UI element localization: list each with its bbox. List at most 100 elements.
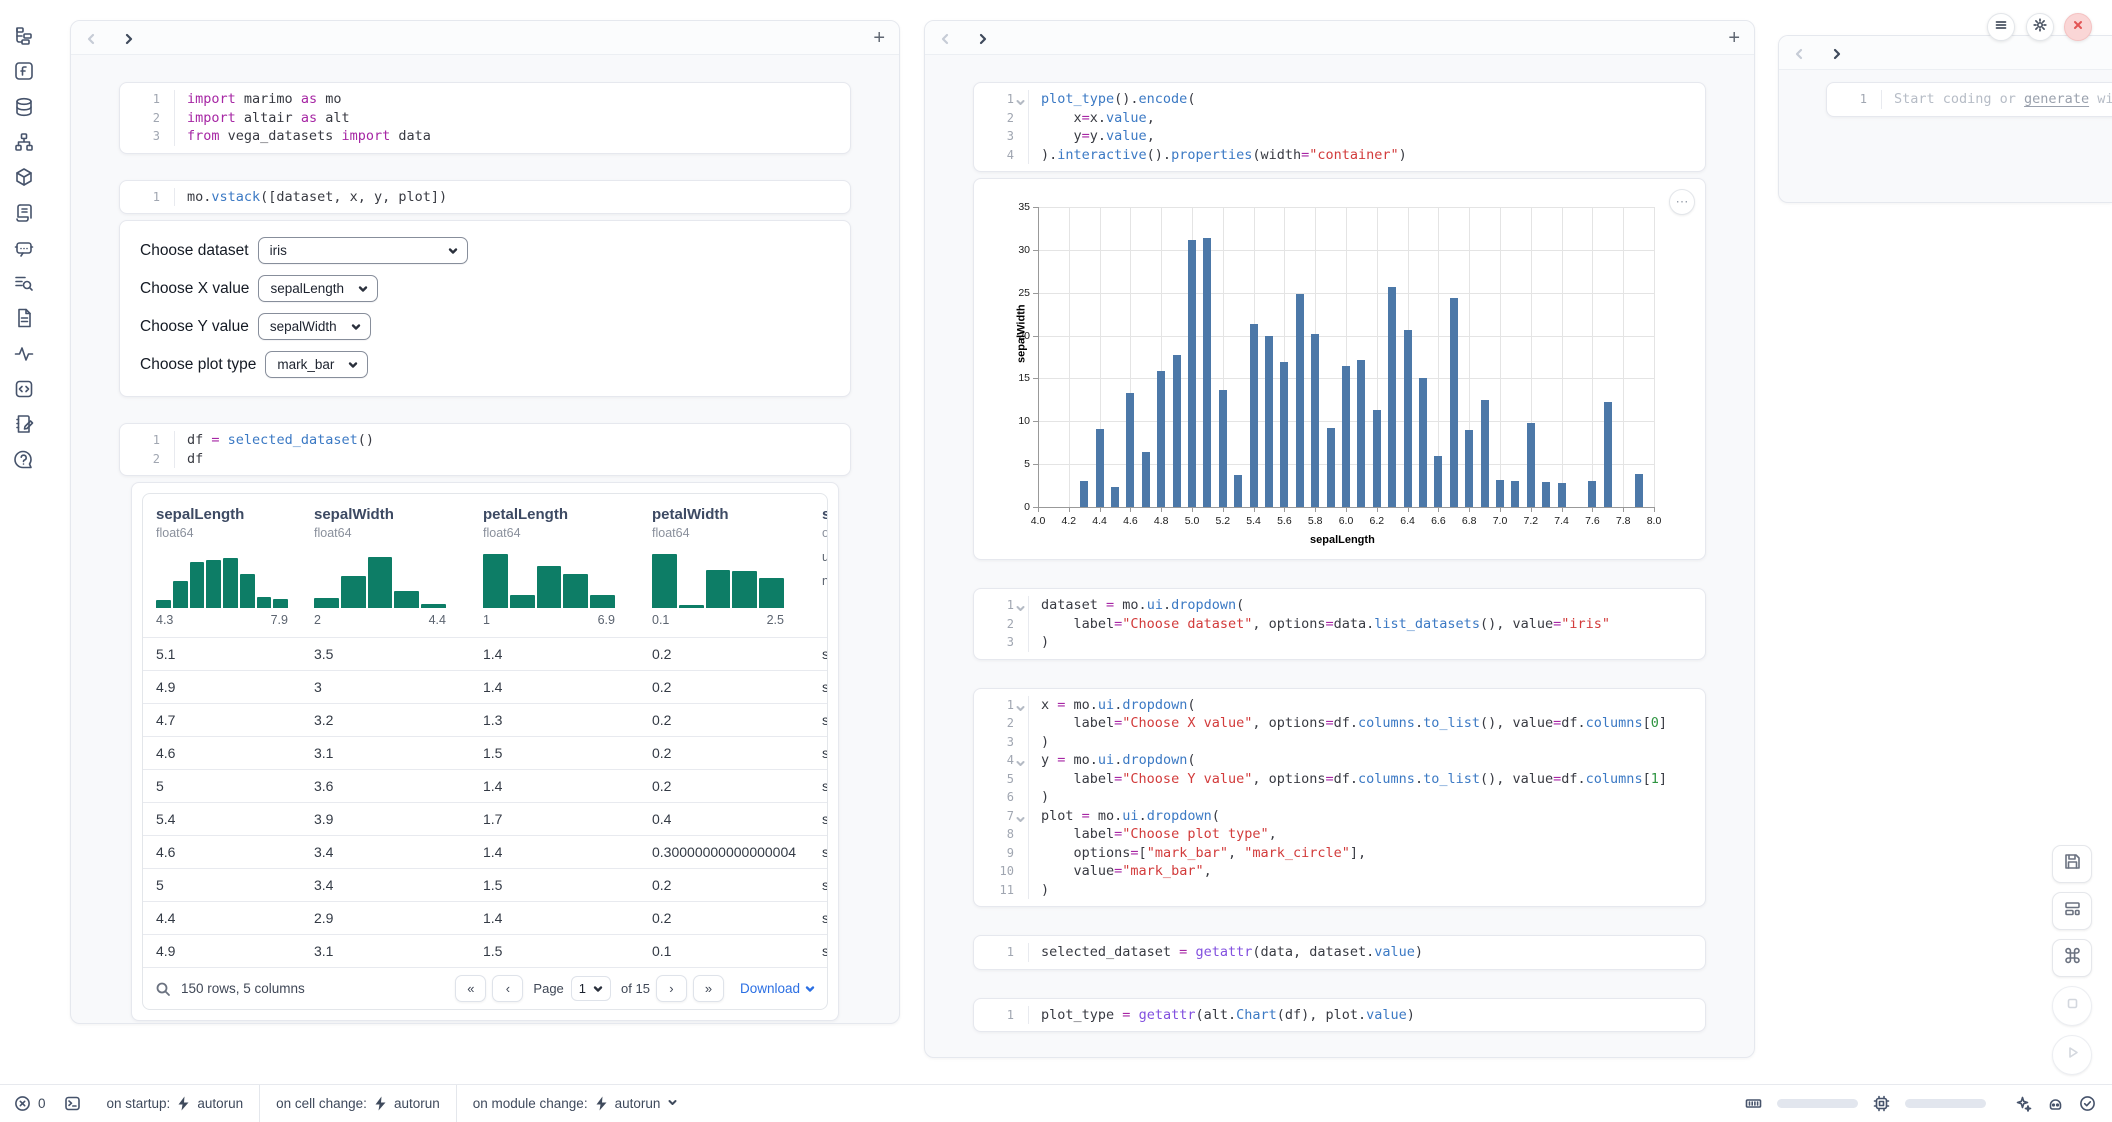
table-cell[interactable]: 0.2: [639, 868, 809, 901]
table-cell[interactable]: setosa: [809, 835, 827, 868]
dropdown-choose-dataset[interactable]: iris: [258, 237, 468, 264]
chart-bar[interactable]: [1635, 474, 1643, 507]
chart-bar[interactable]: [1588, 481, 1596, 507]
code-text[interactable]: import marimo as mo: [187, 90, 341, 109]
code-text[interactable]: y = mo.ui.dropdown(: [1041, 751, 1196, 770]
table-cell[interactable]: 4.6: [143, 835, 301, 868]
chart-bar[interactable]: [1188, 240, 1196, 507]
table-cell[interactable]: 0.1: [639, 934, 809, 967]
chart-bar[interactable]: [1080, 481, 1088, 507]
chart-bar[interactable]: [1265, 336, 1273, 507]
table-cell[interactable]: 4.6: [143, 736, 301, 769]
chart-bar[interactable]: [1434, 456, 1442, 507]
sidebar-item-documentation[interactable]: [13, 307, 35, 329]
code-text[interactable]: df = selected_dataset(): [187, 431, 374, 450]
sidebar-item-functions[interactable]: [13, 60, 35, 82]
chart-bar[interactable]: [1373, 410, 1381, 507]
add-cell-button[interactable]: +: [873, 28, 885, 48]
sidebar-item-logs[interactable]: [13, 202, 35, 224]
chart-bar[interactable]: [1404, 330, 1412, 507]
fold-chevron-icon[interactable]: [1016, 700, 1025, 709]
table-cell[interactable]: 3.4: [301, 835, 470, 868]
code-text[interactable]: plot_type().encode(: [1041, 90, 1195, 109]
table-cell[interactable]: setosa: [809, 670, 827, 703]
chart-bar[interactable]: [1111, 487, 1119, 507]
fold-chevron-icon[interactable]: [1016, 755, 1025, 764]
code-text[interactable]: label="Choose Y value", options=df.colum…: [1041, 770, 1667, 789]
sidebar-item-tracing[interactable]: [13, 343, 35, 365]
chart-bar[interactable]: [1357, 360, 1365, 507]
code-text[interactable]: import altair as alt: [187, 109, 350, 128]
chart-bar[interactable]: [1527, 423, 1535, 507]
table-cell[interactable]: 4.4: [143, 901, 301, 934]
code-text[interactable]: ).interactive().properties(width="contai…: [1041, 146, 1407, 165]
table-cell[interactable]: 0.2: [639, 901, 809, 934]
errors-indicator[interactable]: 0: [14, 1085, 54, 1122]
code-cell[interactable]: 1x = mo.ui.dropdown(2 label="Choose X va…: [973, 688, 1706, 908]
table-cell[interactable]: 0.2: [639, 637, 809, 670]
code-text[interactable]: plot = mo.ui.dropdown(: [1041, 807, 1220, 826]
table-scroll-area[interactable]: sepalLengthfloat644.37.9sepalWidthfloat6…: [143, 494, 827, 967]
chart-bar[interactable]: [1234, 475, 1242, 507]
fold-chevron-icon[interactable]: [1016, 94, 1025, 103]
code-text[interactable]: ): [1041, 881, 1049, 900]
chart-bar[interactable]: [1388, 287, 1396, 507]
sidebar-item-scratchpad[interactable]: [13, 413, 35, 435]
chart-bar[interactable]: [1157, 371, 1165, 507]
chart-bar[interactable]: [1173, 355, 1181, 507]
assistant-button[interactable]: [2047, 1095, 2064, 1112]
code-text[interactable]: options=["mark_bar", "mark_circle"],: [1041, 844, 1366, 863]
table-cell[interactable]: 3.9: [301, 802, 470, 835]
table-cell[interactable]: 1.5: [470, 934, 639, 967]
bar-chart[interactable]: 4.04.24.44.64.85.05.25.45.65.86.06.26.46…: [986, 191, 1693, 546]
dropdown-choose-x-value[interactable]: sepalLength: [258, 275, 378, 302]
chart-bar[interactable]: [1496, 480, 1504, 507]
download-button[interactable]: Download: [740, 981, 815, 996]
code-text[interactable]: label="Choose X value", options=df.colum…: [1041, 714, 1667, 733]
table-cell[interactable]: 1.4: [470, 901, 639, 934]
table-cell[interactable]: setosa: [809, 703, 827, 736]
sidebar-item-dependencies[interactable]: [13, 131, 35, 153]
code-text[interactable]: x=x.value,: [1041, 109, 1155, 128]
sidebar-item-ai-chat[interactable]: [13, 237, 35, 259]
ai-sparkles-button[interactable]: [2015, 1095, 2032, 1112]
table-cell[interactable]: 0.2: [639, 670, 809, 703]
table-cell[interactable]: 4.7: [143, 703, 301, 736]
code-text[interactable]: mo.vstack([dataset, x, y, plot]): [187, 188, 447, 207]
code-text[interactable]: ): [1041, 788, 1049, 807]
close-button[interactable]: [2064, 13, 2092, 41]
left-notebook-back-button[interactable]: [85, 32, 97, 44]
table-cell[interactable]: 0.30000000000000004: [639, 835, 809, 868]
chart-bar[interactable]: [1558, 483, 1566, 507]
table-cell[interactable]: setosa: [809, 901, 827, 934]
table-cell[interactable]: 3.4: [301, 868, 470, 901]
table-cell[interactable]: setosa: [809, 637, 827, 670]
code-text[interactable]: label="Choose plot type",: [1041, 825, 1277, 844]
stop-button[interactable]: [2052, 986, 2092, 1026]
code-text[interactable]: selected_dataset = getattr(data, dataset…: [1041, 943, 1423, 962]
sidebar-item-file-tree[interactable]: [13, 25, 35, 47]
table-cell[interactable]: 1.3: [470, 703, 639, 736]
menu-button[interactable]: [1987, 13, 2015, 41]
column-header-petalLength[interactable]: petalLengthfloat6416.9: [470, 494, 639, 637]
connection-status-icon[interactable]: [2079, 1095, 2096, 1112]
chart-bar[interactable]: [1542, 482, 1550, 507]
first-page-button[interactable]: «: [455, 975, 486, 1002]
code-text[interactable]: ): [1041, 633, 1049, 652]
code-cell[interactable]: 1selected_dataset = getattr(data, datase…: [973, 935, 1706, 970]
chart-bar[interactable]: [1450, 298, 1458, 507]
table-cell[interactable]: 3.1: [301, 934, 470, 967]
table-cell[interactable]: setosa: [809, 769, 827, 802]
runtime-config-on-startup[interactable]: on startup:autorun: [91, 1085, 260, 1122]
table-cell[interactable]: 3.5: [301, 637, 470, 670]
save-button[interactable]: [2052, 845, 2092, 883]
scratchpad-forward-button[interactable]: [1831, 47, 1843, 59]
chart-bar[interactable]: [1280, 362, 1288, 507]
code-text[interactable]: value="mark_bar",: [1041, 862, 1212, 881]
code-text[interactable]: x = mo.ui.dropdown(: [1041, 696, 1196, 715]
code-cell[interactable]: 1mo.vstack([dataset, x, y, plot]): [119, 180, 851, 215]
runtime-config-on-cell-change[interactable]: on cell change:autorun: [260, 1085, 456, 1122]
table-cell[interactable]: 1.4: [470, 670, 639, 703]
code-text[interactable]: df: [187, 450, 203, 469]
dropdown-choose-y-value[interactable]: sepalWidth: [258, 313, 371, 340]
